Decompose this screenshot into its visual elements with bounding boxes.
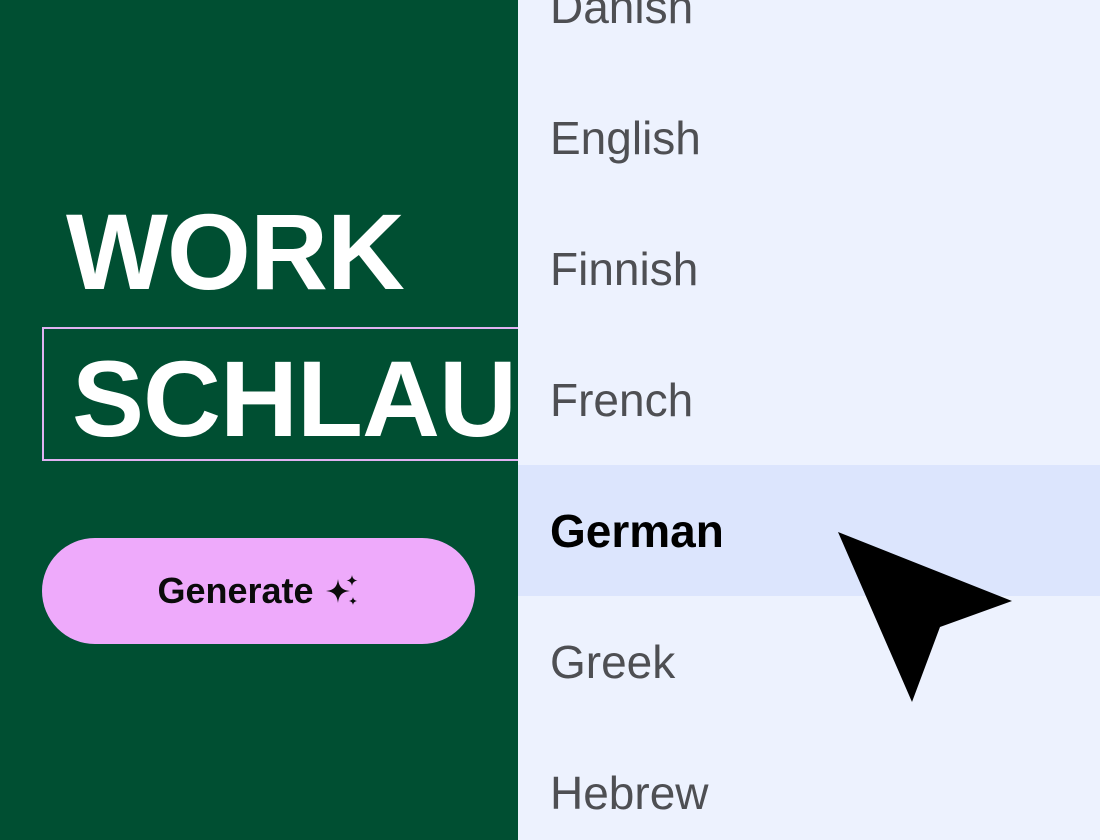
language-option-label: Greek [550,635,676,688]
language-option-french[interactable]: French [518,334,1100,465]
language-option-hebrew[interactable]: Hebrew [518,727,1100,840]
language-option-label: French [550,373,694,426]
generate-button-label: Generate [157,570,314,611]
language-option-greek[interactable]: Greek [518,596,1100,727]
language-option-label: Hebrew [550,766,709,819]
app-screen: WORK SCHLAU Generate Danish English Finnis… [0,0,1100,840]
language-option-label: German [550,504,724,557]
language-option-german[interactable]: German [518,465,1100,596]
generate-button[interactable]: Generate [42,538,475,644]
language-dropdown-list[interactable]: Danish English Finnish French German Greek Heb… [518,0,1100,840]
language-option-danish[interactable]: Danish [518,0,1100,72]
language-option-finnish[interactable]: Finnish [518,203,1100,334]
language-option-label: Finnish [550,242,699,295]
hero-panel: WORK SCHLAU Generate [0,0,518,840]
sparkle-icon [325,575,358,605]
language-option-label: English [550,111,701,164]
language-option-label: Danish [550,0,694,33]
language-option-english[interactable]: English [518,72,1100,203]
headline-line-2[interactable]: SCHLAU [72,345,517,453]
headline-line-1: WORK [66,191,405,312]
